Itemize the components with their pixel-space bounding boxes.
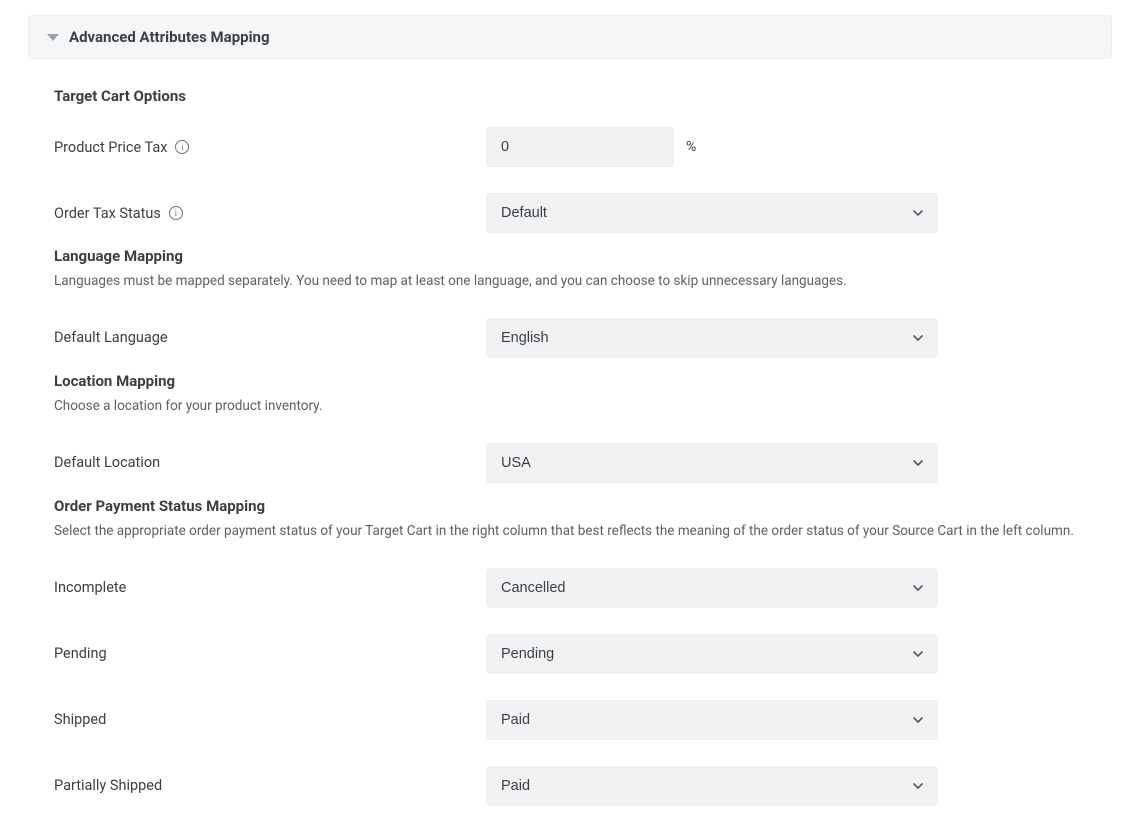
- language-mapping-title: Language Mapping: [54, 247, 1086, 265]
- order-tax-status-row: Order Tax Status i Default: [54, 193, 1086, 233]
- info-icon[interactable]: i: [175, 140, 189, 154]
- default-location-select[interactable]: USA: [486, 443, 938, 483]
- panel-title: Advanced Attributes Mapping: [69, 28, 270, 46]
- order-payment-status-desc: Select the appropriate order payment sta…: [54, 521, 1086, 542]
- incomplete-row: Incomplete Cancelled: [54, 568, 1086, 608]
- default-location-row: Default Location USA: [54, 443, 1086, 483]
- product-price-tax-row: Product Price Tax i %: [54, 127, 1086, 167]
- location-mapping-title: Location Mapping: [54, 372, 1086, 390]
- incomplete-select[interactable]: Cancelled: [486, 568, 938, 608]
- product-price-tax-input[interactable]: [486, 127, 674, 167]
- order-payment-status-title: Order Payment Status Mapping: [54, 497, 1086, 515]
- default-location-label: Default Location: [54, 454, 160, 471]
- target-cart-section-title: Target Cart Options: [54, 87, 1086, 105]
- pending-label: Pending: [54, 645, 107, 662]
- location-mapping-desc: Choose a location for your product inven…: [54, 396, 1086, 417]
- partially-shipped-label: Partially Shipped: [54, 777, 162, 794]
- incomplete-label: Incomplete: [54, 579, 126, 596]
- order-tax-status-select[interactable]: Default: [486, 193, 938, 233]
- default-language-select[interactable]: English: [486, 318, 938, 358]
- panel-header[interactable]: Advanced Attributes Mapping: [28, 15, 1112, 59]
- pending-select[interactable]: Pending: [486, 634, 938, 674]
- order-tax-status-label: Order Tax Status: [54, 205, 161, 222]
- shipped-row: Shipped Paid: [54, 700, 1086, 740]
- pending-row: Pending Pending: [54, 634, 1086, 674]
- default-language-label: Default Language: [54, 329, 168, 346]
- shipped-label: Shipped: [54, 711, 106, 728]
- info-icon[interactable]: i: [169, 206, 183, 220]
- default-language-row: Default Language English: [54, 318, 1086, 358]
- chevron-down-icon: [47, 34, 59, 41]
- product-price-tax-suffix: %: [686, 139, 696, 155]
- product-price-tax-label: Product Price Tax: [54, 139, 167, 156]
- shipped-select[interactable]: Paid: [486, 700, 938, 740]
- partially-shipped-select[interactable]: Paid: [486, 766, 938, 806]
- partially-shipped-row: Partially Shipped Paid: [54, 766, 1086, 806]
- language-mapping-desc: Languages must be mapped separately. You…: [54, 271, 1086, 292]
